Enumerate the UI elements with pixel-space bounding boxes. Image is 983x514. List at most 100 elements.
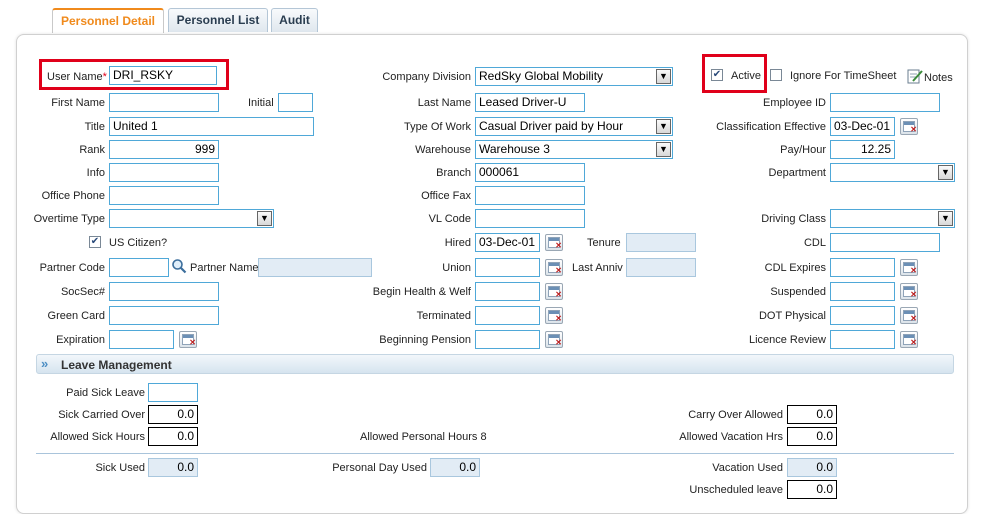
expiration-input[interactable] <box>109 330 174 349</box>
calendar-icon[interactable]: ✕ <box>900 283 918 300</box>
last-anniv-input <box>626 258 696 277</box>
user-name-input[interactable]: DRI_RSKY <box>109 66 217 85</box>
paid-sick-leave-label: Paid Sick Leave <box>66 387 145 399</box>
union-input[interactable] <box>475 258 540 277</box>
expiration-label: Expiration <box>56 334 105 346</box>
rank-input[interactable]: 999 <box>109 140 219 159</box>
green-card-input[interactable] <box>109 306 219 325</box>
carry-over-allowed-label: Carry Over Allowed <box>688 409 783 421</box>
leave-management-title: Leave Management <box>61 358 172 372</box>
allowed-vacation-hrs-input[interactable]: 0.0 <box>787 427 837 446</box>
calendar-icon[interactable]: ✕ <box>179 331 197 348</box>
dot-physical-input[interactable] <box>830 306 895 325</box>
sick-carried-over-input[interactable]: 0.0 <box>148 405 198 424</box>
department-select[interactable]: ▼ <box>830 163 955 182</box>
calendar-icon[interactable]: ✕ <box>545 283 563 300</box>
vl-code-input[interactable] <box>475 209 585 228</box>
begin-health-input[interactable] <box>475 282 540 301</box>
active-checkbox[interactable]: ✔ <box>711 69 723 81</box>
tab-personnel-list[interactable]: Personnel List <box>168 8 268 32</box>
sick-used-label: Sick Used <box>95 462 145 474</box>
partner-code-label: Partner Code <box>39 262 105 274</box>
union-label: Union <box>442 262 471 274</box>
notes-label[interactable]: Notes <box>924 72 953 84</box>
partner-code-input[interactable] <box>109 258 169 277</box>
search-icon[interactable] <box>171 258 187 274</box>
socsec-input[interactable] <box>109 282 219 301</box>
office-fax-label: Office Fax <box>421 190 471 202</box>
tab-audit[interactable]: Audit <box>271 8 318 32</box>
allowed-personal-hours: Allowed Personal Hours 8 <box>360 431 487 443</box>
first-name-label: First Name <box>51 97 105 109</box>
us-citizen-checkbox[interactable]: ✔ <box>89 236 101 248</box>
overtime-type-select[interactable]: ▼ <box>109 209 274 228</box>
vl-code-label: VL Code <box>428 213 471 225</box>
hired-label: Hired <box>444 237 471 249</box>
us-citizen-label: US Citizen? <box>109 237 168 249</box>
carry-over-allowed-input[interactable]: 0.0 <box>787 405 837 424</box>
title-input[interactable]: United 1 <box>109 117 314 136</box>
chevron-down-icon: ▼ <box>938 211 953 226</box>
notes-icon[interactable] <box>907 68 923 84</box>
paid-sick-leave-input[interactable] <box>148 383 198 402</box>
office-phone-input[interactable] <box>109 186 219 205</box>
licence-review-input[interactable] <box>830 330 895 349</box>
partner-name-label: Partner Name <box>190 262 259 274</box>
suspended-label: Suspended <box>770 286 826 298</box>
calendar-icon[interactable]: ✕ <box>900 307 918 324</box>
ignore-timesheet-checkbox[interactable] <box>770 69 782 81</box>
tab-personnel-detail[interactable]: Personnel Detail <box>52 8 164 33</box>
suspended-input[interactable] <box>830 282 895 301</box>
company-division-select[interactable]: RedSky Global Mobility ▼ <box>475 67 673 86</box>
sick-used-input: 0.0 <box>148 458 198 477</box>
chevron-down-icon: ▼ <box>656 142 671 157</box>
begin-health-label: Begin Health & Welf <box>372 286 471 298</box>
company-division-label: Company Division <box>382 71 471 83</box>
partner-name-input <box>258 258 372 277</box>
rank-label: Rank <box>79 144 105 156</box>
info-input[interactable] <box>109 163 219 182</box>
allowed-sick-hours-input[interactable]: 0.0 <box>148 427 198 446</box>
ignore-timesheet-label: Ignore For TimeSheet <box>790 70 897 82</box>
last-name-input[interactable]: Leased Driver-U <box>475 93 585 112</box>
user-name-label: User Name* <box>47 71 107 83</box>
calendar-icon[interactable]: ✕ <box>900 259 918 276</box>
office-fax-input[interactable] <box>475 186 585 205</box>
classification-effective-input[interactable]: 03-Dec-01 <box>830 117 895 136</box>
calendar-icon[interactable]: ✕ <box>900 118 918 135</box>
terminated-input[interactable] <box>475 306 540 325</box>
sick-carried-over-label: Sick Carried Over <box>58 409 145 421</box>
hired-input[interactable]: 03-Dec-01 <box>475 233 540 252</box>
double-chevron-icon: » <box>41 356 49 371</box>
calendar-icon[interactable]: ✕ <box>545 307 563 324</box>
branch-input[interactable]: 000061 <box>475 163 585 182</box>
leave-management-header[interactable]: » Leave Management <box>36 354 954 374</box>
personal-day-used-input: 0.0 <box>430 458 480 477</box>
calendar-icon[interactable]: ✕ <box>900 331 918 348</box>
leave-divider <box>36 453 954 454</box>
warehouse-select[interactable]: Warehouse 3 ▼ <box>475 140 673 159</box>
calendar-icon[interactable]: ✕ <box>545 331 563 348</box>
dot-physical-label: DOT Physical <box>758 310 826 322</box>
green-card-label: Green Card <box>47 310 105 322</box>
initial-input[interactable] <box>278 93 313 112</box>
cdl-expires-input[interactable] <box>830 258 895 277</box>
unscheduled-leave-input[interactable]: 0.0 <box>787 480 837 499</box>
employee-id-input[interactable] <box>830 93 940 112</box>
department-label: Department <box>768 167 826 179</box>
type-of-work-select[interactable]: Casual Driver paid by Hour ▼ <box>475 117 673 136</box>
first-name-input[interactable] <box>109 93 219 112</box>
driving-class-select[interactable]: ▼ <box>830 209 955 228</box>
cdl-expires-label: CDL Expires <box>764 262 826 274</box>
unscheduled-leave-label: Unscheduled leave <box>689 484 783 496</box>
pay-hour-input[interactable]: 12.25 <box>830 140 895 159</box>
calendar-icon[interactable]: ✕ <box>545 234 563 251</box>
beginning-pension-input[interactable] <box>475 330 540 349</box>
personal-day-used-label: Personal Day Used <box>332 462 427 474</box>
overtime-type-label: Overtime Type <box>33 213 105 225</box>
chevron-down-icon: ▼ <box>656 119 671 134</box>
calendar-icon[interactable]: ✕ <box>545 259 563 276</box>
office-phone-label: Office Phone <box>41 190 105 202</box>
last-name-label: Last Name <box>417 97 471 109</box>
cdl-input[interactable] <box>830 233 940 252</box>
